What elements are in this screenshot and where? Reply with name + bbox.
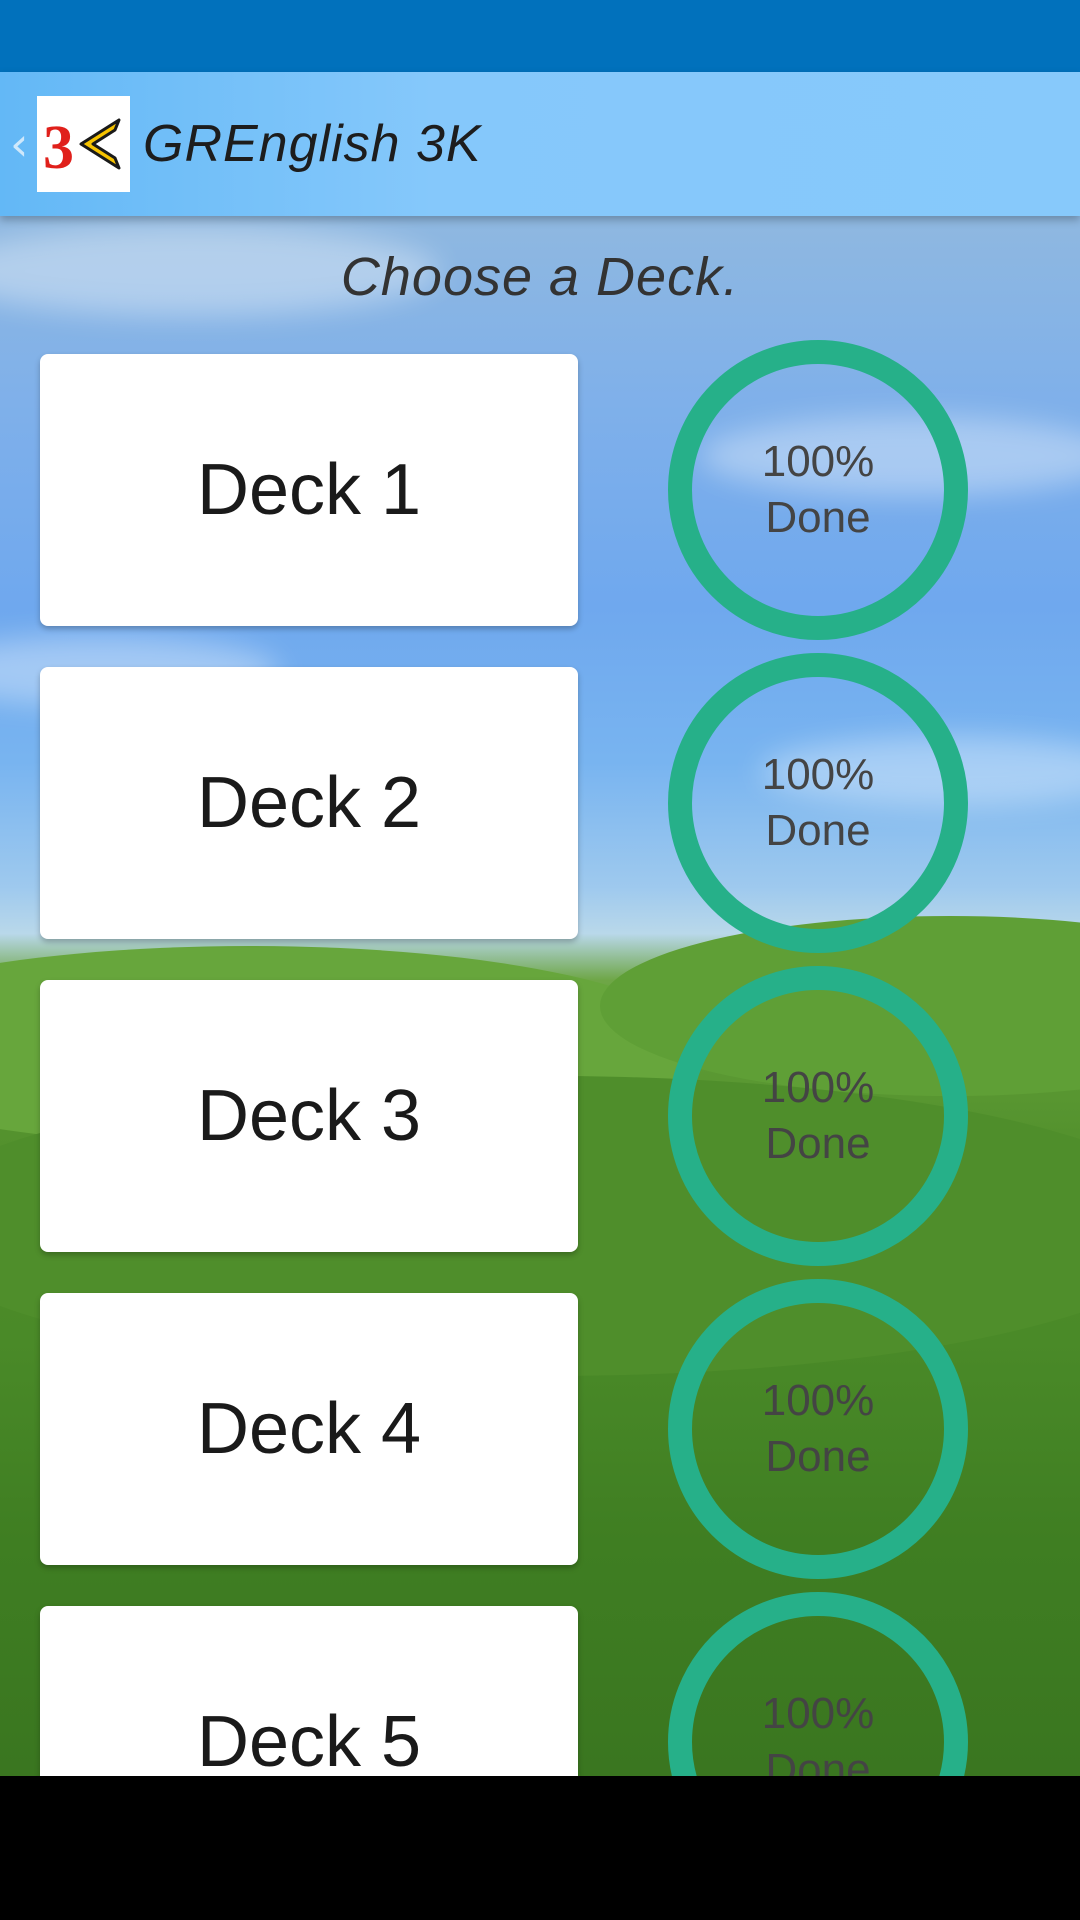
progress-status: Done bbox=[765, 1432, 871, 1481]
deck-4-progress: 100% Done bbox=[668, 1279, 968, 1579]
deck-2-button[interactable]: Deck 2 bbox=[40, 667, 578, 939]
progress-percent: 100% bbox=[761, 1689, 875, 1738]
deck-label: Deck 5 bbox=[196, 1702, 422, 1776]
chevron-left-icon[interactable]: ‹ bbox=[10, 114, 34, 174]
progress-percent: 100% bbox=[761, 1376, 875, 1425]
deck-list-screen[interactable]: Choose a Deck. Deck 1 100% Done Deck 2 1… bbox=[0, 216, 1080, 1776]
status-bar bbox=[0, 0, 1080, 72]
navigation-bar bbox=[0, 1776, 1080, 1920]
deck-4-button[interactable]: Deck 4 bbox=[40, 1293, 578, 1565]
progress-status: Done bbox=[765, 806, 871, 855]
progress-percent: 100% bbox=[761, 437, 875, 486]
progress-status: Done bbox=[765, 1119, 871, 1168]
progress-status: Done bbox=[765, 493, 871, 542]
deck-1-button[interactable]: Deck 1 bbox=[40, 354, 578, 626]
deck-label: Deck 2 bbox=[196, 763, 422, 843]
deck-3-button[interactable]: Deck 3 bbox=[40, 980, 578, 1252]
deck-label: Deck 3 bbox=[196, 1076, 422, 1156]
progress-percent: 100% bbox=[761, 750, 875, 799]
deck-1-progress: 100% Done bbox=[668, 340, 968, 640]
deck-2-progress: 100% Done bbox=[668, 653, 968, 953]
deck-3-progress: 100% Done bbox=[668, 966, 968, 1266]
logo-3k-icon: 3 bbox=[43, 114, 121, 182]
page-heading: Choose a Deck. bbox=[340, 247, 740, 307]
app-bar: ‹ 3 GREnglish 3K bbox=[0, 72, 1080, 216]
deck-label: Deck 4 bbox=[196, 1389, 422, 1469]
app-title: GREnglish 3K bbox=[143, 115, 482, 173]
deck-5-button[interactable]: Deck 5 bbox=[40, 1606, 578, 1776]
svg-text:3: 3 bbox=[43, 114, 74, 182]
app-logo[interactable]: 3 bbox=[37, 96, 130, 192]
progress-status: Done bbox=[765, 1745, 871, 1776]
progress-percent: 100% bbox=[761, 1063, 875, 1112]
deck-label: Deck 1 bbox=[196, 450, 422, 530]
deck-5-progress: 100% Done bbox=[668, 1592, 968, 1776]
